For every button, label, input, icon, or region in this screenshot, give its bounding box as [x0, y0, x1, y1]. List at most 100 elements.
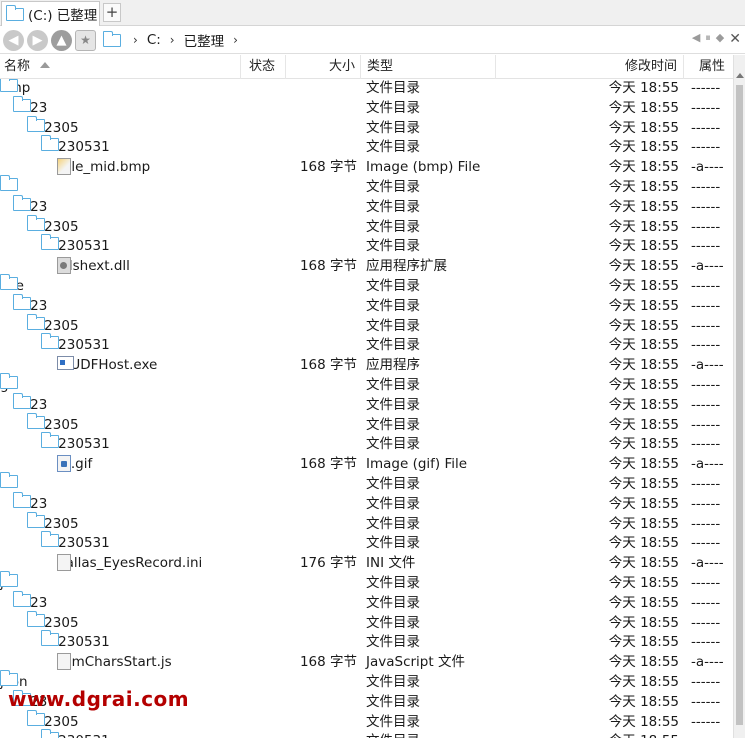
folder-icon	[0, 372, 18, 389]
pause-icon[interactable]: ⏸	[705, 31, 711, 47]
file-modified: 今天 18:55	[608, 337, 679, 354]
file-row[interactable]: 202305 文件目录 今天 18:55 ------	[0, 115, 733, 139]
file-name-cell: 202305	[26, 214, 79, 238]
column-modified-label: 修改时间	[624, 59, 677, 74]
forward-icon[interactable]: ▶	[27, 29, 48, 51]
scroll-up-icon[interactable]	[736, 73, 744, 78]
file-row[interactable]: trimCharsStart.js 168 字节 JavaScript 文件 今天 1…	[0, 653, 733, 673]
file-row[interactable]: 20230531 文件目录 今天 18:55 ------	[0, 234, 733, 257]
file-row[interactable]: title_mid.bmp 168 字节 Image (bmp) File 今天 18…	[0, 158, 733, 178]
file-row[interactable]: ini文件目录今天 18:55------	[0, 471, 733, 495]
back-icon[interactable]: ◀	[3, 29, 24, 51]
file-row[interactable]: bmp文件目录今天 18:55------	[0, 79, 733, 99]
tab-bar: (C:) 已整理 +	[0, 0, 745, 26]
column-attr[interactable]: 属性	[684, 55, 733, 79]
column-name[interactable]: 名称	[0, 55, 241, 79]
folder-icon	[0, 273, 18, 290]
dropdown-icon[interactable]: ◀	[692, 31, 700, 47]
file-row[interactable]: 20230531 文件目录 今天 18:55 ------	[0, 432, 733, 455]
file-modified: 今天 18:55	[608, 357, 679, 374]
file-attr: ------	[691, 436, 721, 453]
file-row[interactable]: th.gif 168 字节 Image (gif) File 今天 18:55 -a--…	[0, 455, 733, 475]
file-type: Image (bmp) File	[366, 159, 481, 176]
file-type: 文件目录	[366, 80, 420, 96]
new-tab-button[interactable]: +	[103, 3, 121, 22]
folder-icon	[26, 610, 45, 627]
file-attr: ------	[691, 238, 721, 255]
file-row[interactable]: 20230531 文件目录 今天 18:55 ------	[0, 333, 733, 356]
file-row[interactable]: 20230531 文件目录 今天 18:55 ------	[0, 729, 733, 738]
file-row[interactable]: 202305 文件目录 今天 18:55 ------	[0, 313, 733, 337]
file-modified: 今天 18:55	[608, 634, 679, 651]
file-row[interactable]: 2023文件目录今天 18:55------	[0, 590, 733, 614]
breadcrumb-folder[interactable]: 已整理	[184, 30, 225, 50]
file-attr: -a----	[691, 456, 724, 473]
file-row[interactable]: WUDFHost.exe 168 字节 应用程序 今天 18:55 -a----	[0, 356, 733, 376]
file-row[interactable]: 2023文件目录今天 18:55------	[0, 392, 733, 416]
file-modified: 今天 18:55	[608, 159, 679, 176]
column-type[interactable]: 类型	[361, 55, 496, 79]
chevron-right-icon[interactable]: ›	[133, 33, 138, 47]
file-row[interactable]: 202305 文件目录 今天 18:55 ------	[0, 214, 733, 238]
column-status[interactable]: 状态	[241, 55, 286, 79]
file-row[interactable]: pallas_EyesRecord.ini 176 字节 INI 文件 今天 18:5…	[0, 554, 733, 574]
file-name-cell: pallas_EyesRecord.ini	[57, 554, 202, 574]
column-status-label: 状态	[249, 59, 276, 74]
tab-current-folder[interactable]: (C:) 已整理	[1, 1, 100, 26]
file-row[interactable]: 2023文件目录今天 18:55------	[0, 293, 733, 317]
file-row[interactable]: 202305 文件目录 今天 18:55 ------	[0, 610, 733, 634]
file-type: 文件目录	[366, 436, 420, 453]
file-size: 168 字节	[299, 456, 357, 473]
file-row[interactable]: dll文件目录今天 18:55------	[0, 174, 733, 198]
chevron-right-icon[interactable]: ›	[170, 33, 175, 47]
column-type-label: 类型	[367, 59, 394, 74]
file-type: 文件目录	[366, 535, 420, 552]
file-modified: 今天 18:55	[608, 535, 679, 552]
file-row[interactable]: gif文件目录今天 18:55------	[0, 372, 733, 396]
file-modified: 今天 18:55	[608, 80, 679, 96]
file-modified: 今天 18:55	[608, 594, 679, 611]
file-row[interactable]: 20230531 文件目录 今天 18:55 ------	[0, 630, 733, 653]
file-name-cell: 20230531	[40, 234, 110, 257]
file-row[interactable]: 2023文件目录今天 18:55------	[0, 491, 733, 515]
file-type: 文件目录	[366, 376, 420, 393]
file-attr: ------	[691, 495, 721, 512]
file-row[interactable]: exe文件目录今天 18:55------	[0, 273, 733, 297]
file-modified: 今天 18:55	[608, 178, 679, 195]
file-attr: ------	[691, 277, 721, 294]
file-name-cell: 20230531	[40, 333, 110, 356]
breadcrumb-drive[interactable]: C:	[147, 32, 161, 48]
file-row[interactable]: js 文件目录 今天 18:55 ------	[0, 570, 733, 594]
file-row[interactable]: 2023文件目录今天 18:55------	[0, 95, 733, 119]
column-modified[interactable]: 修改时间	[496, 55, 684, 79]
file-modified: 今天 18:55	[540, 732, 679, 738]
refresh-icon[interactable]: ◆	[716, 31, 724, 47]
file-row[interactable]: 2023文件目录今天 18:55------	[0, 194, 733, 218]
scroll-thumb[interactable]	[736, 85, 743, 725]
file-row[interactable]: 202305 文件目录 今天 18:55 ------	[0, 511, 733, 535]
file-attr: ------	[691, 673, 721, 690]
vertical-scrollbar[interactable]	[733, 55, 745, 738]
file-row[interactable]: 20230531 文件目录 今天 18:55 ------	[0, 135, 733, 158]
file-type: 文件目录	[366, 198, 420, 215]
close-icon[interactable]: ✕	[729, 31, 741, 47]
file-row[interactable]: 202305 文件目录 今天 18:55 ------	[0, 709, 733, 733]
file-attr: ------	[691, 416, 721, 433]
column-size[interactable]: 大小	[286, 55, 361, 79]
file-modified: 今天 18:55	[608, 614, 679, 631]
up-icon[interactable]: ▲	[51, 29, 72, 51]
file-list: bmp文件目录今天 18:55------2023文件目录今天 18:55---…	[0, 79, 733, 738]
file-attr: ------	[691, 732, 731, 738]
file-modified: 今天 18:55	[608, 693, 679, 710]
file-type: 文件目录	[366, 495, 420, 512]
file-row[interactable]: 20230531 文件目录 今天 18:55 ------	[0, 531, 733, 554]
chevron-right-icon[interactable]: ›	[233, 33, 238, 47]
file-name: pallas_EyesRecord.ini	[57, 555, 203, 572]
file-attr: ------	[691, 218, 721, 235]
file-row[interactable]: 202305 文件目录 今天 18:55 ------	[0, 412, 733, 436]
exe-file-icon	[57, 356, 74, 371]
favorites-icon[interactable]: ★	[75, 29, 96, 51]
file-attr: ------	[691, 178, 721, 195]
file-row[interactable]: sdshext.dll 168 字节 应用程序扩展 今天 18:55 -a----	[0, 257, 733, 277]
file-name-cell: 20230531	[40, 531, 110, 554]
